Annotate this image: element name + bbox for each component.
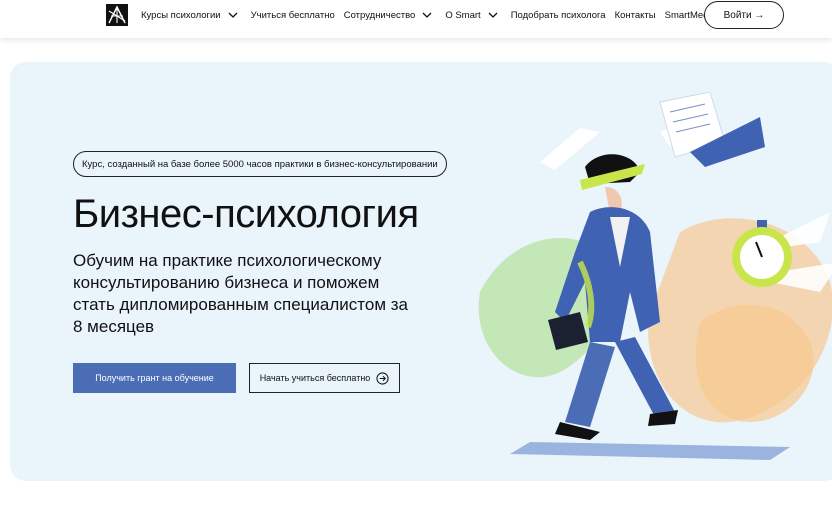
nav-item-find-psychologist[interactable]: Подобрать психолога	[511, 10, 606, 21]
chevron-down-icon	[488, 12, 498, 18]
main-nav: Курсы психологии Учиться бесплатно Сотру…	[141, 0, 746, 30]
start-free-button[interactable]: Начать учиться бесплатно	[249, 363, 400, 393]
hero-section: Курс, созданный на базе более 5000 часов…	[10, 62, 832, 481]
arrow-right-circle-icon	[376, 371, 389, 385]
nav-item-label: Подобрать психолога	[510, 9, 606, 21]
nav-item-free-learning[interactable]: Учиться бесплатно	[251, 10, 335, 21]
hero-subtitle: Обучим на практике психологическому конс…	[73, 251, 408, 336]
hero-badge: Курс, созданный на базе более 5000 часов…	[73, 151, 447, 177]
nav-item-label: Курсы психологии	[141, 9, 221, 21]
nav-item-label: Контакты	[614, 9, 656, 21]
chevron-down-icon	[422, 12, 432, 18]
nav-item-label: О Smart	[445, 9, 481, 21]
nav-item-contacts[interactable]: Контакты	[615, 10, 656, 21]
businesswoman-illustration	[478, 92, 832, 460]
start-free-button-label: Начать учиться бесплатно	[259, 373, 371, 383]
nav-item-courses[interactable]: Курсы психологии	[141, 10, 242, 21]
nav-item-label: Сотрудничество	[343, 9, 416, 21]
nav-item-cooperation[interactable]: Сотрудничество	[344, 10, 437, 21]
site-header: Курсы психологии Учиться бесплатно Сотру…	[0, 0, 832, 38]
logo-icon[interactable]	[106, 4, 128, 26]
get-grant-button-label: Получить грант на обучение	[95, 373, 214, 383]
login-button[interactable]: Войти →	[704, 1, 784, 29]
nav-item-label: Учиться бесплатно	[250, 9, 335, 21]
chevron-down-icon	[228, 12, 238, 18]
page-title: Бизнес-психология	[73, 192, 419, 236]
nav-item-about[interactable]: О Smart	[445, 10, 501, 21]
get-grant-button[interactable]: Получить грант на обучение	[73, 363, 236, 393]
